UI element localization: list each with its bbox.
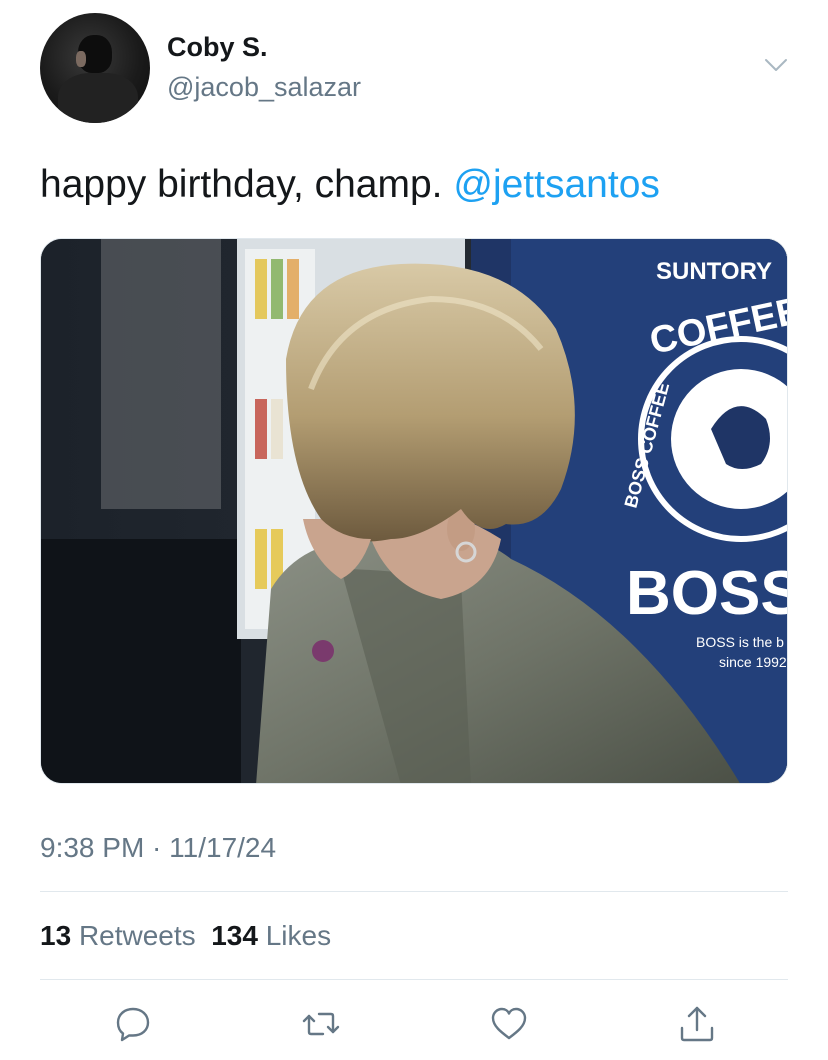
tweet-text: happy birthday, champ. @jettsantos bbox=[40, 163, 660, 207]
sign-brand: SUNTORY bbox=[656, 258, 772, 285]
retweets-label: Retweets bbox=[78, 920, 196, 951]
retweet-icon[interactable] bbox=[301, 1004, 341, 1044]
likes-stat[interactable]: 134 Likes bbox=[211, 920, 331, 951]
mention-link[interactable]: @jettsantos bbox=[453, 163, 660, 206]
tweet-photo[interactable]: SUNTORY COFFEE BOSS COFFEE BOSS BOSS is … bbox=[40, 238, 788, 784]
tweet-timestamp[interactable]: 9:38 PM · 11/17/24 bbox=[40, 832, 276, 864]
likes-count: 134 bbox=[211, 920, 258, 951]
author-name[interactable]: Coby S. bbox=[167, 32, 268, 63]
avatar[interactable] bbox=[40, 13, 150, 123]
retweets-stat[interactable]: 13 Retweets bbox=[40, 920, 196, 951]
share-icon[interactable] bbox=[677, 1004, 717, 1044]
author-handle[interactable]: @jacob_salazar bbox=[167, 72, 361, 103]
chevron-down-icon[interactable] bbox=[764, 56, 788, 74]
reply-icon[interactable] bbox=[113, 1004, 153, 1044]
sign-tagline-2: since 1992 bbox=[719, 654, 787, 670]
avatar-figure-face bbox=[76, 51, 86, 67]
sign-tagline-1: BOSS is the b bbox=[696, 634, 784, 650]
likes-label: Likes bbox=[265, 920, 332, 951]
divider bbox=[40, 891, 788, 892]
tweet-body: happy birthday, champ. bbox=[40, 163, 443, 206]
retweets-count: 13 bbox=[40, 920, 72, 951]
sign-boss: BOSS bbox=[626, 559, 788, 628]
like-icon[interactable] bbox=[489, 1004, 529, 1044]
tweet-stats: 13 Retweets 134 Likes bbox=[40, 920, 331, 952]
avatar-figure-body bbox=[58, 73, 138, 123]
divider bbox=[40, 979, 788, 980]
photo-scene: SUNTORY COFFEE BOSS COFFEE BOSS BOSS is … bbox=[41, 239, 788, 783]
